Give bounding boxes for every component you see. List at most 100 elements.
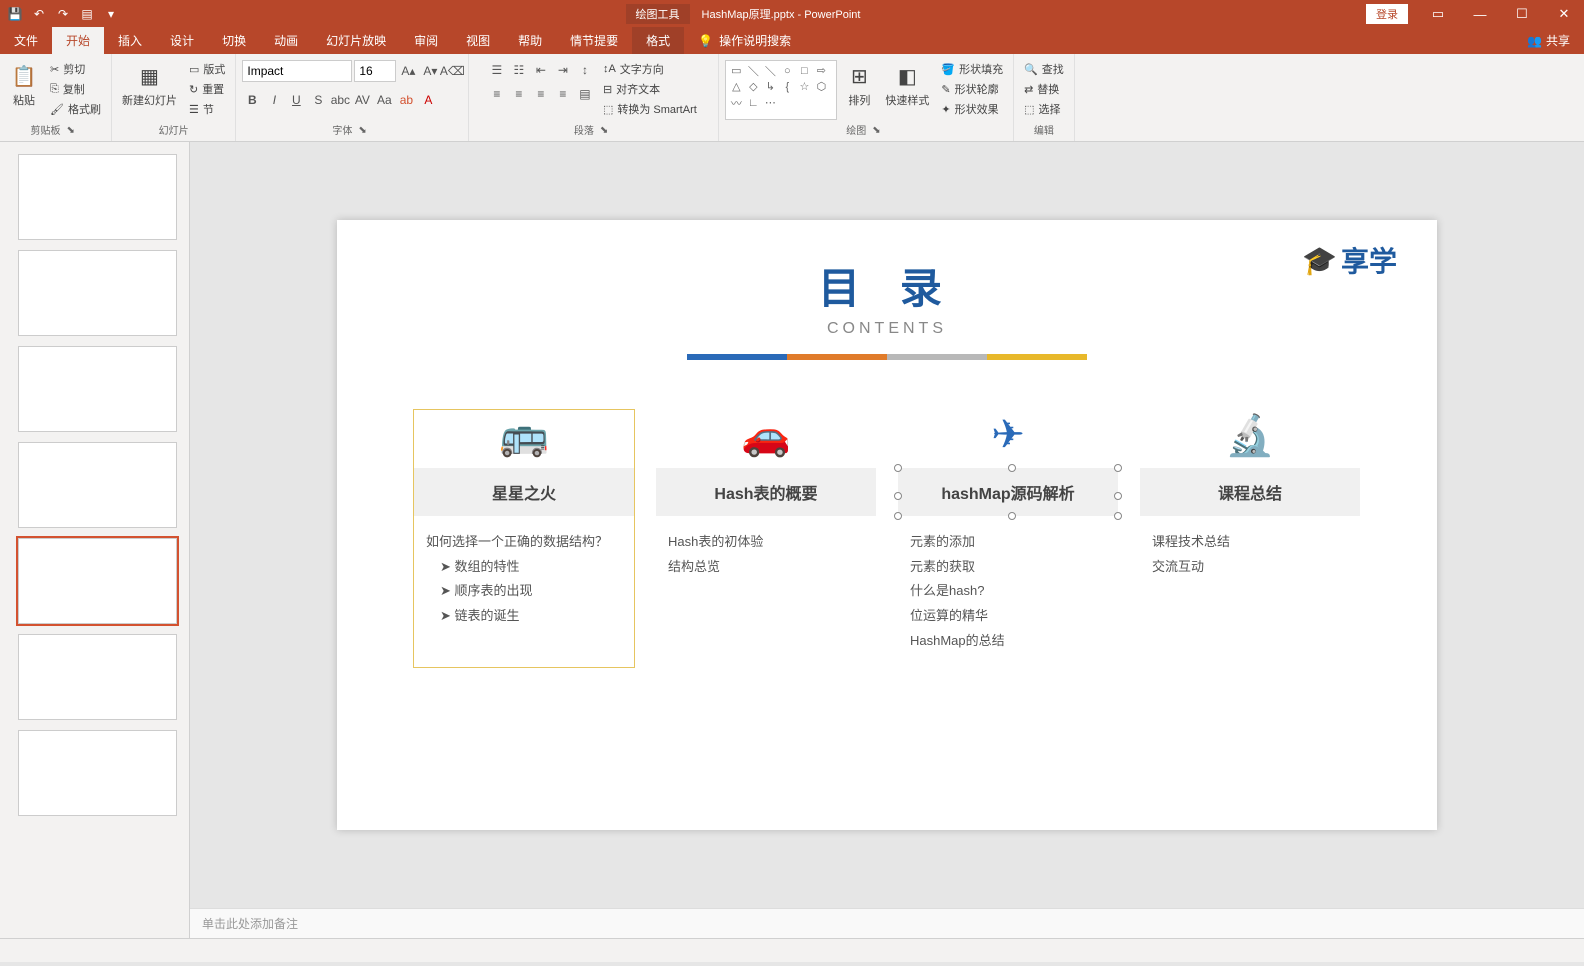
align-text-button[interactable]: ⊟对齐文本 — [599, 80, 701, 98]
save-icon[interactable]: 💾 — [6, 5, 24, 23]
spacing-button[interactable]: AV — [352, 90, 372, 110]
slide-thumbnail-2[interactable] — [18, 250, 177, 336]
arrange-button[interactable]: ⊞ 排列 — [841, 60, 877, 110]
shape-rect-icon[interactable]: ▭ — [728, 63, 744, 78]
slide-thumbnail-6[interactable] — [18, 634, 177, 720]
columns-button[interactable]: ▤ — [575, 84, 595, 104]
slide-canvas[interactable]: 🎓 享学 目 录 CONTENTS 🚌 星星之火 如何选择一 — [190, 142, 1584, 908]
slide-thumbnail-7[interactable] — [18, 730, 177, 816]
card-1-body[interactable]: 如何选择一个正确的数据结构？ ➤ 数组的特性 ➤ 顺序表的出现 ➤ 链表的诞生 — [414, 516, 634, 643]
shape-curve-icon[interactable]: 〰 — [728, 95, 744, 110]
shape-brace-icon[interactable]: { — [779, 79, 795, 94]
text-direction-button[interactable]: ↕A文字方向 — [599, 60, 701, 78]
slide-thumbnail-1[interactable] — [18, 154, 177, 240]
card-1[interactable]: 🚌 星星之火 如何选择一个正确的数据结构？ ➤ 数组的特性 ➤ 顺序表的出现 ➤… — [414, 410, 634, 667]
find-button[interactable]: 🔍查找 — [1020, 60, 1068, 78]
bullets-button[interactable]: ☰ — [487, 60, 507, 80]
slide-thumbnail-4[interactable] — [18, 442, 177, 528]
section-button[interactable]: ☰节 — [185, 100, 229, 118]
tab-transition[interactable]: 切换 — [208, 27, 260, 54]
selection-handle[interactable] — [1008, 512, 1016, 520]
card-2-body[interactable]: Hash表的初体验 结构总览 — [656, 516, 876, 593]
increase-font-icon[interactable]: A▴ — [398, 61, 418, 81]
shape-fill-button[interactable]: 🪣形状填充 — [937, 60, 1007, 78]
font-size-combo[interactable]: 16 — [354, 60, 396, 82]
italic-button[interactable]: I — [264, 90, 284, 110]
close-icon[interactable]: ✕ — [1544, 0, 1584, 28]
ribbon-options-icon[interactable]: ▭ — [1418, 0, 1458, 28]
shape-line-icon[interactable]: ＼ — [745, 63, 761, 78]
selection-handle[interactable] — [1008, 464, 1016, 472]
slide-thumbnail-3[interactable] — [18, 346, 177, 432]
copy-button[interactable]: ⎘复制 — [46, 80, 105, 98]
selection-handle[interactable] — [894, 492, 902, 500]
card-4[interactable]: 🔬 课程总结 课程技术总结 交流互动 — [1140, 410, 1360, 667]
layout-button[interactable]: ▭版式 — [185, 60, 229, 78]
decrease-indent-button[interactable]: ⇤ — [531, 60, 551, 80]
selection-handle[interactable] — [894, 512, 902, 520]
justify-button[interactable]: ≡ — [553, 84, 573, 104]
underline-button[interactable]: U — [286, 90, 306, 110]
align-center-button[interactable]: ≡ — [509, 84, 529, 104]
replace-button[interactable]: ⇄替换 — [1020, 80, 1068, 98]
shape-line2-icon[interactable]: ＼ — [762, 63, 778, 78]
shape-outline-button[interactable]: ✎形状轮廓 — [937, 80, 1007, 98]
slide-title[interactable]: 目 录 — [397, 255, 1377, 316]
align-right-button[interactable]: ≡ — [531, 84, 551, 104]
quick-styles-button[interactable]: ◧ 快速样式 — [881, 60, 933, 110]
bold-button[interactable]: B — [242, 90, 262, 110]
selection-handle[interactable] — [1114, 464, 1122, 472]
paste-button[interactable]: 📋 粘贴 — [6, 60, 42, 110]
dialog-launcher-icon[interactable]: ⬊ — [872, 125, 886, 135]
format-painter-button[interactable]: 🖌格式刷 — [46, 100, 105, 118]
start-slideshow-icon[interactable]: ▤ — [78, 5, 96, 23]
undo-icon[interactable]: ↶ — [30, 5, 48, 23]
shape-hex-icon[interactable]: ⬡ — [813, 79, 829, 94]
card-3-title[interactable]: hashMap源码解析 — [898, 468, 1118, 516]
tab-file[interactable]: 文件 — [0, 27, 52, 54]
shape-connector-icon[interactable]: ↳ — [762, 79, 778, 94]
numbering-button[interactable]: ☷ — [509, 60, 529, 80]
strikethrough-button[interactable]: S — [308, 90, 328, 110]
shape-square-icon[interactable]: □ — [796, 63, 812, 78]
shape-effects-button[interactable]: ✦形状效果 — [937, 100, 1007, 118]
shadow-button[interactable]: abc — [330, 90, 350, 110]
font-color-button[interactable]: A — [418, 90, 438, 110]
shape-triangle-icon[interactable]: △ — [728, 79, 744, 94]
select-button[interactable]: ⬚选择 — [1020, 100, 1068, 118]
card-2[interactable]: 🚗 Hash表的概要 Hash表的初体验 结构总览 — [656, 410, 876, 667]
shape-arrow-icon[interactable]: ⇨ — [813, 63, 829, 78]
shape-oval-icon[interactable]: ○ — [779, 63, 795, 78]
maximize-icon[interactable]: ☐ — [1502, 0, 1542, 28]
cut-button[interactable]: ✂剪切 — [46, 60, 105, 78]
increase-indent-button[interactable]: ⇥ — [553, 60, 573, 80]
minimize-icon[interactable]: — — [1460, 0, 1500, 28]
selection-handle[interactable] — [1114, 492, 1122, 500]
font-name-combo[interactable]: Impact — [242, 60, 352, 82]
notes-pane[interactable]: 单击此处添加备注 — [190, 908, 1584, 938]
login-button[interactable]: 登录 — [1366, 4, 1408, 24]
slide-thumbnails[interactable] — [0, 142, 190, 938]
shape-star-icon[interactable]: ☆ — [796, 79, 812, 94]
dialog-launcher-icon[interactable]: ⬊ — [66, 125, 80, 135]
highlight-button[interactable]: ab — [396, 90, 416, 110]
align-left-button[interactable]: ≡ — [487, 84, 507, 104]
redo-icon[interactable]: ↷ — [54, 5, 72, 23]
selection-handle[interactable] — [894, 464, 902, 472]
tab-review[interactable]: 审阅 — [400, 27, 452, 54]
shape-gallery[interactable]: ▭ ＼ ＼ ○ □ ⇨ △ ◇ ↳ { ☆ ⬡ 〰 ∟ ⋯ — [725, 60, 837, 120]
card-4-body[interactable]: 课程技术总结 交流互动 — [1140, 516, 1360, 593]
card-4-title[interactable]: 课程总结 — [1140, 468, 1360, 516]
card-1-title[interactable]: 星星之火 — [414, 468, 634, 516]
shape-diamond-icon[interactable]: ◇ — [745, 79, 761, 94]
decrease-font-icon[interactable]: A▾ — [420, 61, 440, 81]
slide-subtitle[interactable]: CONTENTS — [397, 320, 1377, 338]
reset-button[interactable]: ↻重置 — [185, 80, 229, 98]
smartart-convert-button[interactable]: ⬚转换为 SmartArt — [599, 100, 701, 118]
tab-view[interactable]: 视图 — [452, 27, 504, 54]
clear-format-icon[interactable]: A⌫ — [442, 61, 462, 81]
tab-design[interactable]: 设计 — [156, 27, 208, 54]
slide[interactable]: 🎓 享学 目 录 CONTENTS 🚌 星星之火 如何选择一 — [337, 220, 1437, 830]
card-2-title[interactable]: Hash表的概要 — [656, 468, 876, 516]
tell-me-search[interactable]: 💡 操作说明搜索 — [684, 27, 805, 54]
